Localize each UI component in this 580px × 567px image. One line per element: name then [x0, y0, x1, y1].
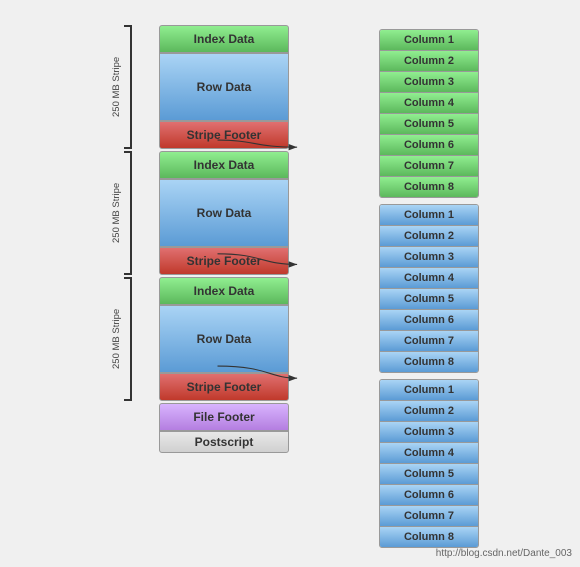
stripe-group-2: 250 MB Stripe Index Data Row Data Stripe…	[111, 151, 289, 275]
file-footer-block: File Footer	[159, 403, 289, 431]
diagram-container: 250 MB Stripe Index Data Row Data Stripe…	[0, 0, 580, 567]
col-group1-col7: Column 7	[380, 156, 478, 177]
stripe-2-footer: Stripe Footer	[159, 247, 289, 275]
stripe-3-index: Index Data	[159, 277, 289, 305]
col-group3-col5: Column 5	[380, 464, 478, 485]
col-group2-col2: Column 2	[380, 226, 478, 247]
column-group-1: Column 1 Column 2 Column 3 Column 4 Colu…	[379, 29, 479, 198]
stripes-section: 250 MB Stripe Index Data Row Data Stripe…	[111, 25, 289, 453]
col-group1-col6: Column 6	[380, 135, 478, 156]
postscript-block: Postscript	[159, 431, 289, 453]
col-group2-col4: Column 4	[380, 268, 478, 289]
stripe-3-label: 250 MB Stripe	[111, 277, 122, 401]
stripe-3-row: Row Data	[159, 305, 289, 373]
stripe-1-index: Index Data	[159, 25, 289, 53]
stripe-1-blocks: Index Data Row Data Stripe Footer	[159, 25, 289, 149]
col-group1-col1: Column 1	[380, 30, 478, 51]
columns-section: Column 1 Column 2 Column 3 Column 4 Colu…	[379, 29, 479, 548]
col-group2-col3: Column 3	[380, 247, 478, 268]
col-group3-col8: Column 8	[380, 527, 478, 547]
col-group1-col4: Column 4	[380, 93, 478, 114]
col-group2-col8: Column 8	[380, 352, 478, 372]
col-group1-col3: Column 3	[380, 72, 478, 93]
watermark: http://blog.csdn.net/Dante_003	[436, 548, 572, 559]
col-group1-col8: Column 8	[380, 177, 478, 197]
col-group2-col1: Column 1	[380, 205, 478, 226]
stripe-2-label: 250 MB Stripe	[111, 151, 122, 275]
stripe-group-1: 250 MB Stripe Index Data Row Data Stripe…	[111, 25, 289, 149]
stripe-3-footer: Stripe Footer	[159, 373, 289, 401]
stripe-2-row: Row Data	[159, 179, 289, 247]
col-group1-col5: Column 5	[380, 114, 478, 135]
col-group2-col6: Column 6	[380, 310, 478, 331]
col-group2-col7: Column 7	[380, 331, 478, 352]
col-group3-col3: Column 3	[380, 422, 478, 443]
col-group3-col1: Column 1	[380, 380, 478, 401]
bottom-blocks: File Footer Postscript	[159, 403, 289, 453]
stripe-2-blocks: Index Data Row Data Stripe Footer	[159, 151, 289, 275]
col-group1-col2: Column 2	[380, 51, 478, 72]
col-group2-col5: Column 5	[380, 289, 478, 310]
stripe-group-3: 250 MB Stripe Index Data Row Data Stripe…	[111, 277, 289, 401]
stripe-3-blocks: Index Data Row Data Stripe Footer	[159, 277, 289, 401]
stripe-2-index: Index Data	[159, 151, 289, 179]
column-group-2: Column 1 Column 2 Column 3 Column 4 Colu…	[379, 204, 479, 373]
stripe-1-footer: Stripe Footer	[159, 121, 289, 149]
col-group3-col6: Column 6	[380, 485, 478, 506]
col-group3-col2: Column 2	[380, 401, 478, 422]
stripe-1-label: 250 MB Stripe	[111, 25, 122, 149]
col-group3-col4: Column 4	[380, 443, 478, 464]
stripe-1-row: Row Data	[159, 53, 289, 121]
col-group3-col7: Column 7	[380, 506, 478, 527]
column-group-3: Column 1 Column 2 Column 3 Column 4 Colu…	[379, 379, 479, 548]
